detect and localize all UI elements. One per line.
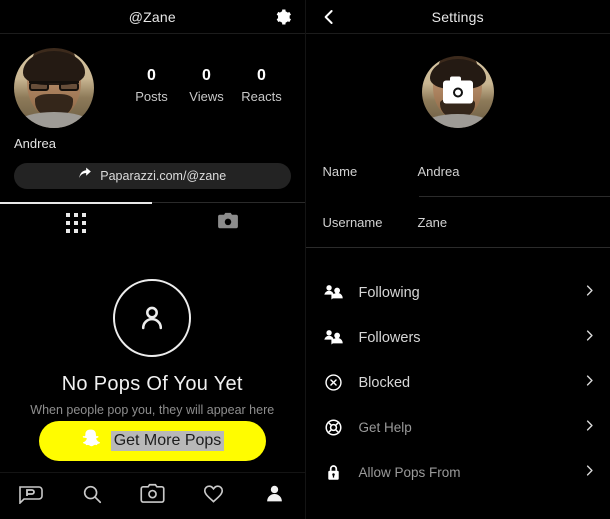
settings-row-blocked-label: Blocked bbox=[358, 374, 411, 391]
stat-posts-label: Posts bbox=[135, 89, 168, 104]
avatar-shirt bbox=[426, 113, 490, 128]
avatar-shirt bbox=[18, 112, 90, 128]
heart-icon bbox=[202, 483, 225, 510]
profile-tabs bbox=[0, 202, 305, 243]
nav-camera[interactable] bbox=[138, 481, 168, 511]
app-root: @Zane 0 Posts 0 Views 0 Reacts Andrea Pa… bbox=[0, 0, 610, 519]
people-icon bbox=[323, 329, 345, 346]
snapchat-ghost-icon bbox=[81, 428, 102, 454]
nav-profile[interactable] bbox=[260, 481, 290, 511]
field-name-value: Andrea bbox=[417, 163, 460, 179]
stat-views-label: Views bbox=[189, 89, 224, 104]
profile-pane: @Zane 0 Posts 0 Views 0 Reacts Andrea Pa… bbox=[0, 0, 306, 519]
chevron-right-icon bbox=[583, 419, 596, 437]
profile-username-title: @Zane bbox=[128, 8, 176, 25]
camera-lens bbox=[452, 87, 463, 97]
chevron-right-icon bbox=[583, 284, 596, 302]
field-username-label: Username bbox=[322, 214, 383, 230]
profile-header: @Zane bbox=[0, 0, 305, 34]
person-icon bbox=[264, 483, 285, 509]
nav-likes[interactable] bbox=[199, 481, 229, 511]
gear-icon[interactable] bbox=[273, 7, 293, 27]
lock-icon bbox=[323, 463, 345, 482]
paparazzi-logo-icon bbox=[18, 484, 44, 509]
settings-row-following-label: Following bbox=[358, 284, 420, 301]
avatar[interactable] bbox=[14, 48, 94, 128]
stat-views-value: 0 bbox=[202, 67, 211, 84]
field-username-value: Zane bbox=[417, 214, 448, 230]
empty-state: No Pops Of You Yet When people pop you, … bbox=[0, 279, 305, 436]
chevron-right-icon bbox=[583, 464, 596, 482]
nav-pops-feed[interactable] bbox=[16, 481, 46, 511]
field-username[interactable]: Username Zane bbox=[306, 197, 610, 247]
settings-row-allow-pops-from[interactable]: Allow Pops From bbox=[306, 450, 610, 495]
field-name-label: Name bbox=[322, 163, 358, 179]
profile-display-name: Andrea bbox=[14, 136, 56, 151]
stat-posts-value: 0 bbox=[147, 67, 156, 84]
settings-row-get-help[interactable]: Get Help bbox=[306, 405, 610, 450]
settings-row-allow-pops-from-label: Allow Pops From bbox=[358, 465, 461, 480]
settings-pane: Settings Name Andrea Username Zane Follo… bbox=[305, 0, 610, 519]
tab-active-indicator bbox=[0, 202, 152, 204]
grid-dots-icon bbox=[66, 213, 87, 233]
chevron-left-icon[interactable] bbox=[320, 8, 338, 26]
profile-summary: 0 Posts 0 Views 0 Reacts bbox=[0, 34, 305, 128]
nav-search[interactable] bbox=[77, 481, 107, 511]
stat-reacts[interactable]: 0 Reacts bbox=[234, 66, 289, 106]
camera-icon[interactable] bbox=[442, 76, 473, 104]
stat-posts[interactable]: 0 Posts bbox=[124, 66, 179, 106]
search-icon bbox=[81, 483, 103, 510]
settings-avatar-wrap bbox=[306, 56, 610, 128]
bottom-nav bbox=[0, 472, 305, 519]
stat-reacts-label: Reacts bbox=[241, 89, 282, 104]
tab-grid[interactable] bbox=[0, 203, 152, 243]
settings-row-following[interactable]: Following bbox=[306, 270, 610, 315]
stat-views[interactable]: 0 Views bbox=[179, 66, 234, 106]
settings-row-blocked[interactable]: Blocked bbox=[306, 360, 610, 405]
block-circle-x-icon bbox=[323, 373, 345, 392]
camera-icon bbox=[217, 212, 239, 235]
empty-state-title: No Pops Of You Yet bbox=[61, 373, 243, 395]
people-icon bbox=[323, 284, 345, 301]
share-arrow-icon bbox=[78, 167, 92, 186]
field-name[interactable]: Name Andrea bbox=[306, 146, 610, 196]
share-profile-label: Paparazzi.com/@zane bbox=[100, 169, 227, 183]
get-more-pops-label: Get More Pops bbox=[110, 431, 225, 451]
get-more-pops-button[interactable]: Get More Pops bbox=[39, 421, 266, 461]
chevron-right-icon bbox=[583, 374, 596, 392]
settings-avatar[interactable] bbox=[421, 56, 494, 128]
stats-row: 0 Posts 0 Views 0 Reacts bbox=[124, 66, 289, 106]
stat-reacts-value: 0 bbox=[257, 67, 266, 84]
share-profile-button[interactable]: Paparazzi.com/@zane bbox=[14, 163, 291, 189]
settings-header: Settings bbox=[305, 0, 610, 34]
lifebuoy-icon bbox=[323, 418, 345, 437]
camera-icon bbox=[140, 483, 165, 509]
settings-row-followers[interactable]: Followers bbox=[306, 315, 610, 360]
avatar-glasses bbox=[29, 80, 79, 92]
settings-row-followers-label: Followers bbox=[358, 329, 421, 346]
tab-camera[interactable] bbox=[152, 203, 304, 243]
person-circle-icon bbox=[113, 279, 192, 357]
settings-row-get-help-label: Get Help bbox=[358, 420, 412, 435]
chevron-right-icon bbox=[583, 329, 596, 347]
settings-title: Settings bbox=[431, 8, 484, 25]
avatar-hair bbox=[22, 51, 86, 85]
